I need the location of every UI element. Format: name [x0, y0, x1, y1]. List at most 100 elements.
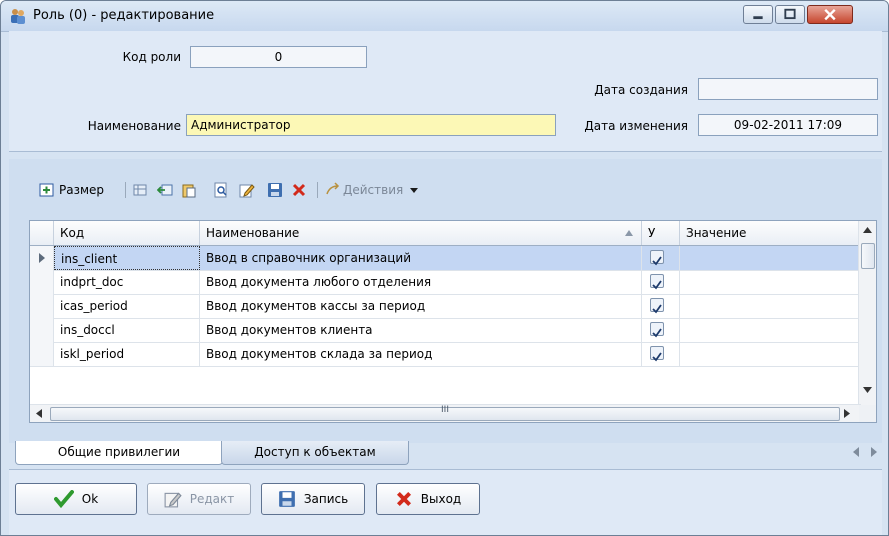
scroll-up-icon[interactable] — [863, 227, 872, 233]
cell-name[interactable]: Ввод документа любого отделения — [200, 270, 642, 294]
checkmark-green-icon — [53, 490, 74, 508]
current-row-arrow-icon — [39, 253, 45, 263]
window-title: Роль (0) - редактирование — [33, 8, 215, 23]
table-row[interactable]: iskl_period Ввод документов склада за пе… — [30, 342, 860, 367]
role-code-field[interactable]: 0 — [190, 46, 367, 68]
preview-button[interactable] — [213, 177, 229, 203]
delete-x-icon — [292, 183, 306, 197]
table-row[interactable]: ins_client Ввод в справочник организаций — [30, 246, 860, 271]
cell-code[interactable]: ins_doccl — [54, 318, 200, 342]
tab-general-privileges[interactable]: Общие привилегии — [15, 441, 223, 465]
magnifier-page-icon — [214, 182, 227, 198]
table-row[interactable]: ins_doccl Ввод документов клиента — [30, 318, 860, 343]
horizontal-scroll-thumb[interactable]: III — [50, 405, 840, 421]
privilege-checkbox[interactable] — [650, 274, 664, 290]
cell-flag[interactable] — [642, 270, 680, 294]
title-bar[interactable]: Роль (0) - редактирование — [1, 1, 888, 32]
cell-value[interactable] — [680, 294, 860, 318]
privilege-checkbox[interactable] — [650, 322, 664, 338]
privilege-checkbox[interactable] — [650, 346, 664, 362]
cell-name[interactable]: Ввод в справочник организаций — [200, 246, 642, 270]
table-arrow-icon — [157, 184, 173, 196]
cell-name[interactable]: Ввод документов кассы за период — [200, 294, 642, 318]
tab-object-access[interactable]: Доступ к объектам — [221, 441, 409, 465]
header-indicator-cell — [30, 221, 54, 245]
cell-value[interactable] — [680, 342, 860, 366]
minimize-icon — [753, 16, 763, 20]
delete-record-button[interactable] — [291, 177, 307, 203]
minimize-button[interactable] — [743, 5, 773, 24]
scroll-down-icon[interactable] — [863, 387, 872, 393]
vertical-scroll-thumb[interactable] — [861, 243, 875, 269]
cell-code[interactable]: indprt_doc — [54, 270, 200, 294]
scroll-left-icon[interactable] — [36, 409, 42, 418]
cell-flag[interactable] — [642, 246, 680, 270]
ok-button[interactable]: Ok — [15, 483, 137, 515]
modified-date-field[interactable]: 09-02-2011 17:09 — [698, 114, 878, 136]
column-header-name[interactable]: Наименование — [200, 221, 642, 245]
column-header-name-label: Наименование — [206, 226, 300, 240]
row-indicator — [30, 342, 54, 366]
save-record-button[interactable] — [267, 177, 283, 203]
close-button[interactable] — [807, 5, 853, 24]
checkmark-icon — [652, 328, 662, 338]
paste-button[interactable] — [181, 177, 197, 203]
cell-code[interactable]: iskl_period — [54, 342, 200, 366]
cell-name[interactable]: Ввод документов клиента — [200, 318, 642, 342]
edit-label: Редакт — [189, 492, 235, 506]
save-button[interactable]: Запись — [261, 483, 365, 515]
exit-x-icon — [396, 491, 411, 507]
ok-label: Ok — [81, 492, 99, 506]
edit-record-button[interactable] — [239, 177, 255, 203]
table-row[interactable]: indprt_doc Ввод документа любого отделен… — [30, 270, 860, 295]
maximize-button[interactable] — [775, 5, 805, 24]
import-button[interactable] — [157, 177, 173, 203]
cell-flag[interactable] — [642, 342, 680, 366]
row-indicator — [30, 294, 54, 318]
clipboard-icon — [182, 184, 196, 198]
checkmark-icon — [652, 304, 662, 314]
actions-label: Действия — [343, 183, 404, 197]
close-icon — [824, 8, 836, 21]
created-date-field[interactable] — [698, 78, 878, 100]
modified-date-label: Дата изменения — [584, 119, 688, 133]
table-row[interactable]: icas_period Ввод документов кассы за пер… — [30, 294, 860, 319]
checkmark-icon — [652, 280, 662, 290]
cell-flag[interactable] — [642, 294, 680, 318]
edit-page-icon — [239, 184, 255, 198]
privilege-checkbox[interactable] — [650, 298, 664, 314]
floppy-icon — [268, 183, 282, 197]
column-header-flag[interactable]: У — [642, 221, 680, 245]
scroll-corner — [859, 405, 876, 422]
cell-value[interactable] — [680, 246, 860, 270]
cell-flag[interactable] — [642, 318, 680, 342]
scroll-right-icon[interactable] — [844, 409, 850, 418]
cell-code[interactable]: icas_period — [54, 294, 200, 318]
privilege-checkbox[interactable] — [650, 250, 664, 266]
column-header-value[interactable]: Значение — [680, 221, 860, 245]
insert-row-button[interactable] — [133, 177, 149, 203]
row-indicator — [30, 246, 54, 270]
edit-button[interactable]: Редакт — [147, 483, 251, 515]
column-header-code[interactable]: Код — [54, 221, 200, 245]
checkmark-icon — [652, 256, 662, 266]
vertical-scrollbar[interactable] — [858, 221, 876, 407]
toolbar-separator — [317, 182, 318, 198]
checkmark-icon — [652, 352, 662, 362]
cell-name[interactable]: Ввод документов склада за период — [200, 342, 642, 366]
size-button[interactable]: Размер — [39, 177, 104, 203]
tab-scroll-left-icon[interactable] — [853, 447, 861, 457]
row-indicator — [30, 318, 54, 342]
toolbar-separator — [125, 182, 126, 198]
maximize-icon — [784, 8, 796, 20]
row-indicator — [30, 270, 54, 294]
horizontal-scrollbar[interactable]: III — [30, 404, 861, 422]
role-users-icon — [11, 9, 25, 24]
role-name-field[interactable]: Администратор — [186, 114, 556, 136]
exit-button[interactable]: Выход — [376, 483, 480, 515]
tab-scroll-right-icon[interactable] — [869, 447, 877, 457]
cell-value[interactable] — [680, 270, 860, 294]
cell-value[interactable] — [680, 318, 860, 342]
actions-menu-button[interactable]: Действия — [325, 177, 419, 203]
cell-code[interactable]: ins_client — [54, 246, 200, 270]
